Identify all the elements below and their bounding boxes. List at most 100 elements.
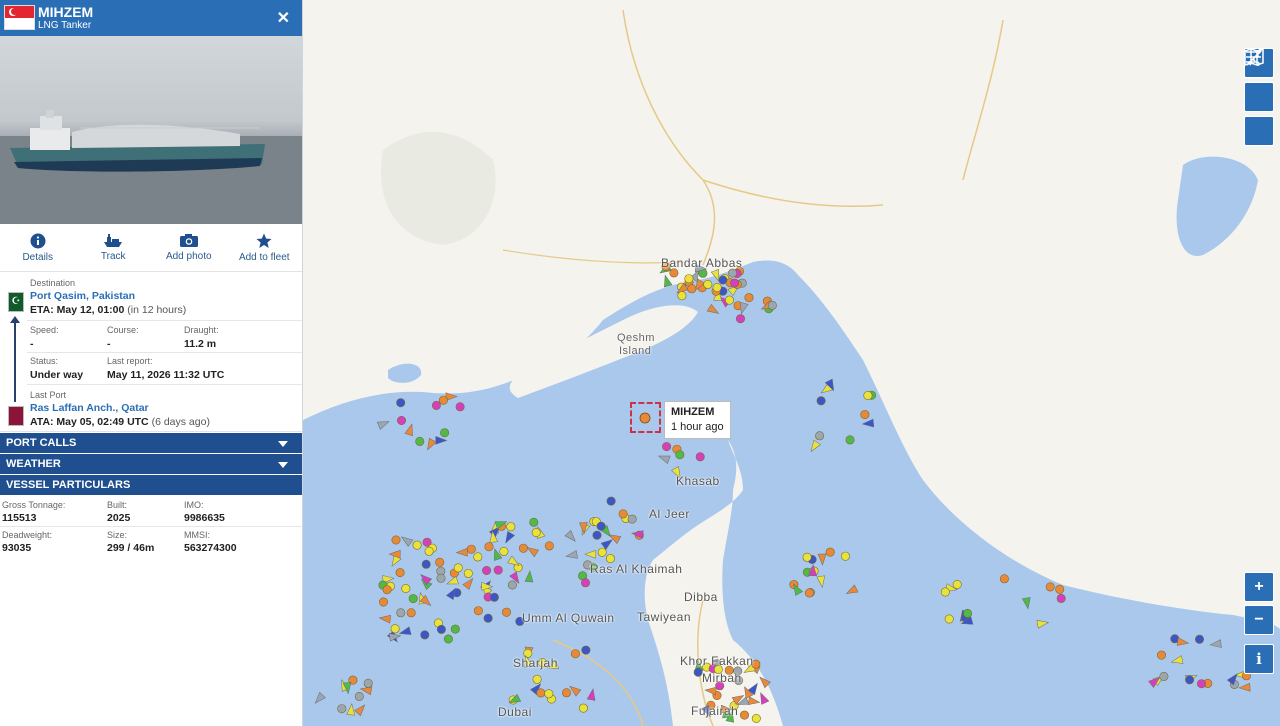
vessel-marker[interactable]	[718, 275, 728, 285]
vessel-marker[interactable]	[767, 300, 777, 310]
vessel-marker[interactable]	[436, 624, 446, 634]
vessel-marker[interactable]	[597, 547, 607, 557]
vessel-marker[interactable]	[662, 442, 672, 452]
vessel-marker[interactable]	[421, 559, 431, 569]
vessel-marker[interactable]	[544, 541, 554, 551]
vessel-marker[interactable]	[463, 568, 473, 578]
vessel-marker[interactable]	[337, 704, 347, 714]
vessel-marker[interactable]	[578, 703, 588, 713]
vessel-marker[interactable]	[397, 415, 407, 425]
vessel-marker[interactable]	[570, 649, 580, 659]
vessel-marker[interactable]	[1196, 679, 1206, 689]
vessel-marker[interactable]	[473, 606, 483, 616]
vessel-marker[interactable]	[395, 568, 405, 578]
vessel-marker[interactable]	[675, 450, 685, 460]
vessel-marker[interactable]	[1194, 634, 1204, 644]
vessel-marker[interactable]	[544, 689, 554, 699]
map-canvas[interactable]	[303, 0, 1280, 726]
vessel-marker[interactable]	[739, 710, 749, 720]
track-button[interactable]: Track	[76, 224, 152, 271]
vessel-marker[interactable]	[596, 521, 606, 531]
vessel-marker[interactable]	[703, 279, 713, 289]
vessel-marker[interactable]	[845, 435, 855, 445]
vessel-marker[interactable]	[499, 546, 509, 556]
vessel-marker[interactable]	[963, 608, 973, 618]
vessel-marker[interactable]	[506, 522, 516, 532]
vessel-marker[interactable]	[436, 573, 446, 583]
vessel-marker[interactable]	[1056, 593, 1066, 603]
vessel-marker[interactable]	[412, 540, 422, 550]
vessel-marker[interactable]	[860, 410, 870, 420]
vessel-marker[interactable]	[484, 542, 494, 552]
map-info-button[interactable]: i	[1244, 644, 1274, 674]
zoom-in-button[interactable]: +	[1244, 572, 1274, 602]
vessel-marker[interactable]	[396, 608, 406, 618]
vessel-marker[interactable]	[581, 645, 591, 655]
vessel-marker[interactable]	[1055, 584, 1065, 594]
vessel-marker[interactable]	[531, 527, 541, 537]
vessel-marker[interactable]	[561, 688, 571, 698]
vessel-marker[interactable]	[408, 594, 418, 604]
vessel-marker[interactable]	[391, 535, 401, 545]
vessel-marker[interactable]	[744, 293, 754, 303]
vessel-marker[interactable]	[473, 552, 483, 562]
vessel-marker[interactable]	[724, 295, 734, 305]
details-button[interactable]: Details	[0, 224, 76, 271]
vessel-marker[interactable]	[424, 546, 434, 556]
vessel-marker[interactable]	[450, 624, 460, 634]
vessel-particulars-section[interactable]: VESSEL PARTICULARS	[0, 474, 302, 495]
vessel-marker[interactable]	[438, 395, 448, 405]
vessel-marker[interactable]	[379, 597, 389, 607]
vessel-marker[interactable]	[999, 574, 1009, 584]
add-photo-button[interactable]: Add photo	[151, 224, 227, 271]
vessel-marker[interactable]	[952, 579, 962, 589]
vessel-marker[interactable]	[489, 592, 499, 602]
vessel-marker[interactable]	[455, 402, 465, 412]
vessel-marker[interactable]	[406, 608, 416, 618]
vessel-marker[interactable]	[944, 614, 954, 624]
destination-port-link[interactable]: Port Qasim, Pakistan	[30, 290, 135, 302]
vessel-marker[interactable]	[390, 624, 400, 634]
vessel-marker[interactable]	[804, 588, 814, 598]
vessel-marker[interactable]	[840, 551, 850, 561]
vessel-marker[interactable]	[1156, 650, 1166, 660]
zoom-out-button[interactable]: −	[1244, 605, 1274, 635]
vessel-marker[interactable]	[482, 565, 492, 575]
vessel-marker[interactable]	[453, 563, 463, 573]
vessel-marker[interactable]	[712, 282, 722, 292]
vessel-marker[interactable]	[661, 274, 673, 288]
vessel-marker[interactable]	[695, 452, 705, 462]
vessel-map[interactable]: Bandar Abbas Qeshm Island Khasab Al Jeer…	[303, 0, 1280, 726]
vessel-marker[interactable]	[1159, 671, 1169, 681]
vessel-marker[interactable]	[815, 431, 825, 441]
measure-tool-button[interactable]	[1244, 50, 1274, 146]
vessel-marker[interactable]	[415, 436, 425, 446]
vessel-marker[interactable]	[730, 278, 740, 288]
vessel-marker[interactable]	[677, 291, 687, 301]
vessel-marker[interactable]	[728, 268, 738, 278]
vessel-marker[interactable]	[802, 552, 812, 562]
vessel-marker[interactable]	[431, 400, 441, 410]
vessel-marker[interactable]	[863, 390, 873, 400]
vessel-marker[interactable]	[502, 607, 512, 617]
vessel-marker[interactable]	[825, 547, 835, 557]
vessel-marker[interactable]	[536, 688, 546, 698]
vessel-marker[interactable]	[483, 613, 493, 623]
weather-layer-button[interactable]	[1244, 48, 1274, 112]
vessel-marker[interactable]	[606, 496, 616, 506]
vessel-marker[interactable]	[580, 578, 590, 588]
vessel-marker[interactable]	[396, 398, 406, 408]
vessel-marker[interactable]	[401, 583, 411, 593]
vessel-marker[interactable]	[940, 587, 950, 597]
vessel-marker[interactable]	[1045, 582, 1055, 592]
vessel-marker[interactable]	[618, 509, 628, 519]
vessel-marker[interactable]	[493, 565, 503, 575]
vessel-marker[interactable]	[532, 674, 542, 684]
vessel-marker[interactable]	[1185, 675, 1195, 685]
vessel-marker[interactable]	[354, 691, 364, 701]
vessel-marker[interactable]	[507, 580, 517, 590]
vessel-marker[interactable]	[687, 284, 697, 294]
selected-vessel-marker[interactable]	[630, 402, 661, 433]
vessel-marker[interactable]	[735, 314, 745, 324]
add-to-fleet-button[interactable]: Add to fleet	[227, 224, 303, 271]
